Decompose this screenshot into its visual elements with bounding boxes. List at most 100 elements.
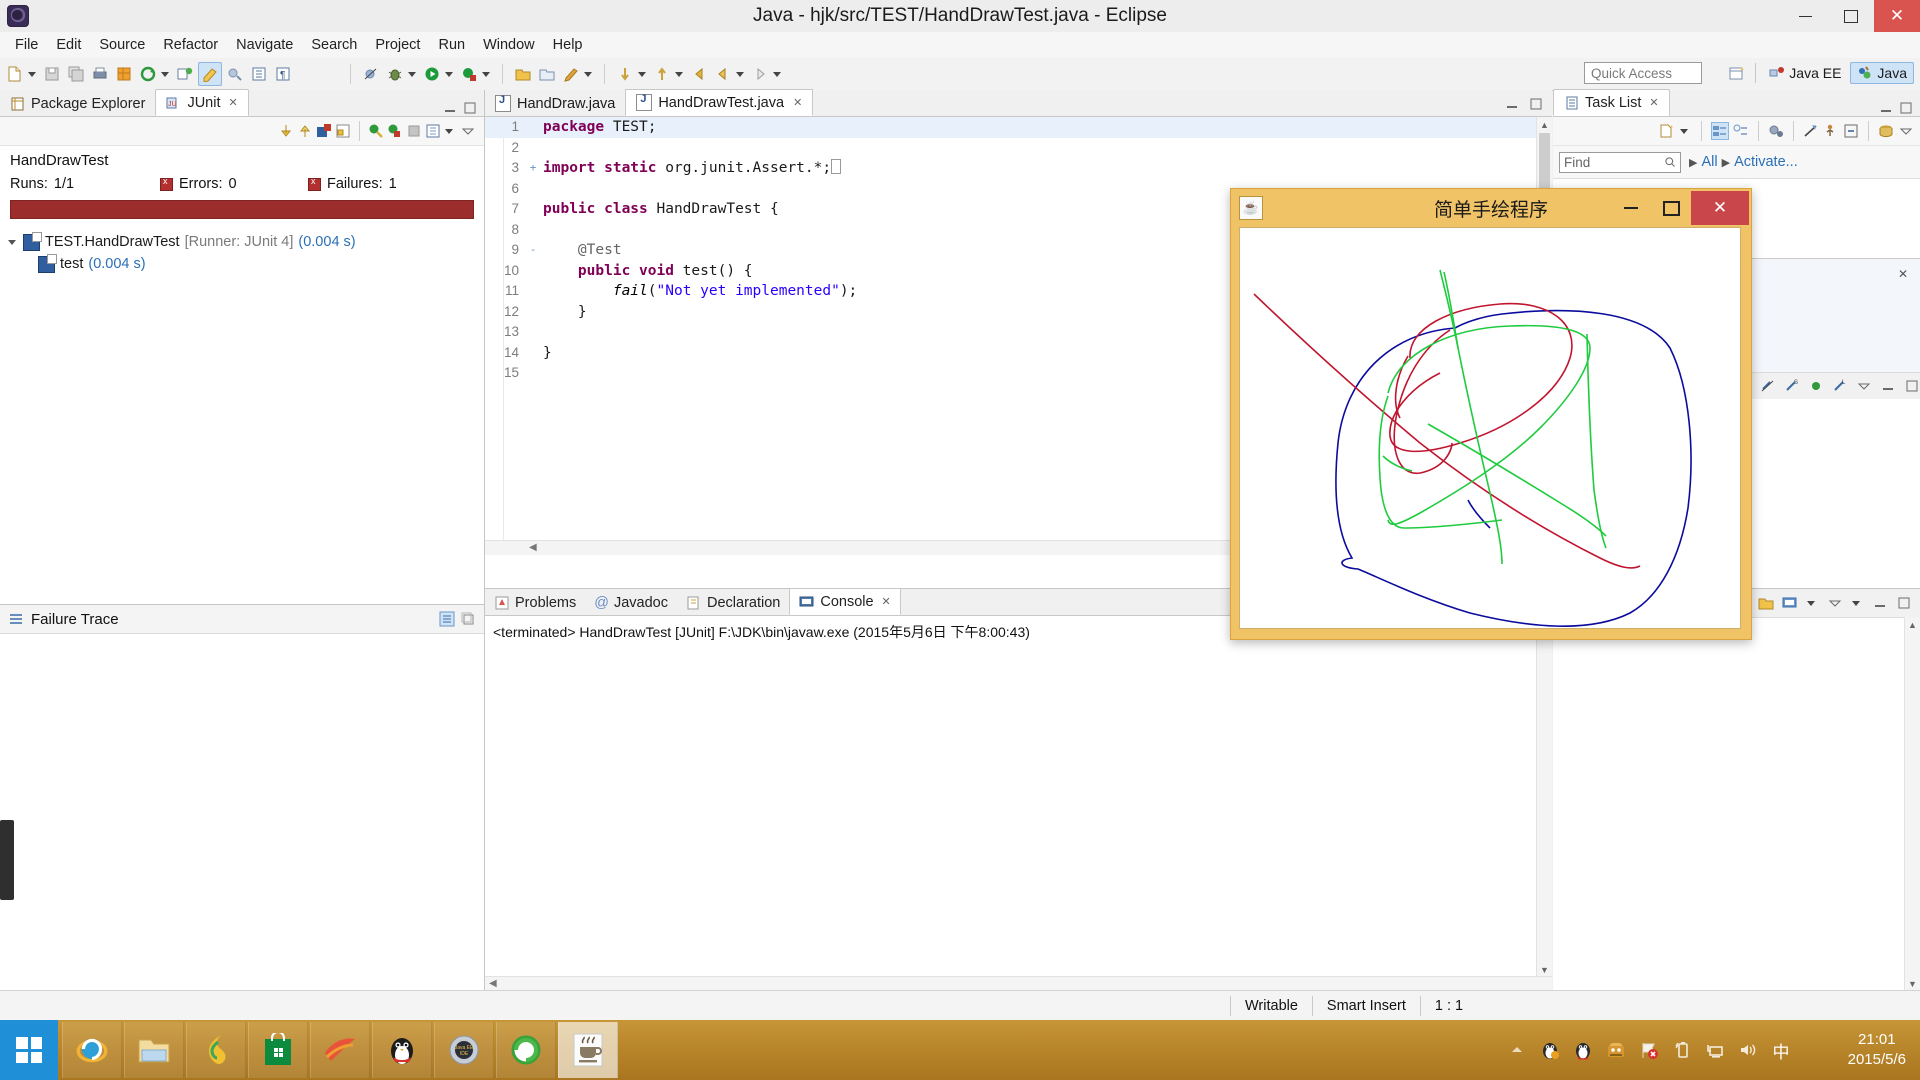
rerun-test-icon[interactable] — [368, 123, 384, 139]
hide-nonpublic-icon[interactable] — [1808, 378, 1824, 394]
lock-scroll-icon[interactable] — [335, 123, 351, 139]
skip-breakpoints-icon[interactable] — [360, 63, 382, 85]
fold-marker-icon[interactable] — [527, 117, 539, 138]
refresh-dropdown-icon[interactable] — [161, 71, 169, 77]
lower-right-scrollbar[interactable]: ▲ ▼ — [1904, 617, 1920, 991]
print-icon[interactable] — [89, 63, 111, 85]
taskbar-kugou-music[interactable] — [186, 1022, 246, 1078]
quick-access-input[interactable]: Quick Access — [1584, 62, 1702, 84]
fold-marker-icon[interactable] — [527, 179, 539, 200]
action-center-flag-icon[interactable] — [1638, 1039, 1660, 1061]
editor-maximize-icon[interactable] — [1528, 96, 1544, 112]
tab-junit-close-icon[interactable]: ✕ — [229, 96, 238, 109]
left-view-scrollbar[interactable] — [0, 820, 14, 900]
save-icon[interactable] — [41, 63, 63, 85]
tab-declaration[interactable]: Declaration — [677, 590, 789, 615]
menu-refactor[interactable]: Refactor — [154, 35, 227, 55]
tab-task-list[interactable]: Task List ✕ — [1553, 89, 1670, 116]
qq-tray-icon-1[interactable] — [1539, 1039, 1561, 1061]
outline-close-icon[interactable]: ✕ — [1898, 267, 1908, 281]
taskbar-windows-store[interactable] — [248, 1022, 308, 1078]
lr-maximize-icon[interactable] — [1896, 595, 1912, 611]
run-icon[interactable] — [421, 63, 443, 85]
show-failures-only-icon[interactable] — [316, 123, 332, 139]
network-icon[interactable] — [1704, 1039, 1726, 1061]
tree-row-testmethod[interactable]: test (0.004 s) — [8, 253, 484, 275]
forward-dropdown-icon[interactable] — [773, 71, 781, 77]
breadcrumb-activate[interactable]: Activate... — [1734, 154, 1798, 170]
menu-window[interactable]: Window — [474, 35, 544, 55]
menu-navigate[interactable]: Navigate — [227, 35, 302, 55]
hand-draw-dialog[interactable]: ☕ 简单手绘程序 ✕ — [1230, 188, 1752, 640]
java-editor-icon[interactable] — [198, 62, 222, 86]
open-resource-icon[interactable] — [512, 63, 534, 85]
next-annotation-dropdown-icon[interactable] — [638, 71, 646, 77]
failure-trace-menu-icon[interactable] — [8, 611, 24, 627]
taskbar-qq-messenger[interactable] — [372, 1022, 432, 1078]
next-annotation-icon[interactable] — [614, 63, 636, 85]
task-list-maximize-icon[interactable] — [1898, 100, 1914, 116]
editor-scroll-thumb[interactable] — [1539, 133, 1550, 189]
synchronize-icon[interactable] — [1768, 123, 1784, 139]
fold-marker-icon[interactable] — [527, 363, 539, 384]
run-external-tools-icon[interactable] — [458, 63, 480, 85]
debug-dropdown-icon[interactable] — [408, 71, 416, 77]
expand-twisty-icon[interactable] — [8, 237, 18, 247]
build-icon[interactable] — [113, 63, 135, 85]
hide-local-icon[interactable]: L — [1832, 378, 1848, 394]
new-icon[interactable] — [4, 63, 26, 85]
menu-help[interactable]: Help — [544, 35, 592, 55]
outline-menu-icon[interactable] — [1856, 378, 1872, 394]
volume-icon[interactable] — [1737, 1039, 1759, 1061]
start-button[interactable] — [0, 1020, 58, 1080]
minimize-button[interactable] — [1782, 0, 1828, 32]
lr-extra-dropdown-icon[interactable] — [1852, 600, 1860, 606]
pilcrow-icon[interactable]: ¶ — [272, 63, 294, 85]
tab-problems[interactable]: Problems — [485, 590, 585, 615]
rerun-failed-icon[interactable] — [387, 123, 403, 139]
outline-maximize-icon[interactable] — [1904, 378, 1920, 394]
find-person-icon[interactable] — [1823, 123, 1839, 139]
new-annotation-icon[interactable] — [560, 63, 582, 85]
tree-row-testclass[interactable]: TEST.HandDrawTest [Runner: JUnit 4] (0.0… — [8, 231, 484, 253]
taskbar-clock[interactable]: 21:01 2015/5/6 — [1848, 1020, 1906, 1080]
save-all-icon[interactable] — [65, 63, 87, 85]
fold-marker-icon[interactable] — [527, 199, 539, 220]
perspective-java[interactable]: Java — [1850, 62, 1914, 84]
annotation-dropdown-icon[interactable] — [584, 71, 592, 77]
hide-static-icon[interactable]: S — [1784, 378, 1800, 394]
fold-marker-icon[interactable] — [527, 261, 539, 282]
compare-results-icon[interactable] — [439, 611, 455, 627]
qq-pc-manager-icon[interactable] — [1605, 1039, 1627, 1061]
editor-minimize-icon[interactable] — [1504, 96, 1520, 112]
fold-marker-icon[interactable] — [527, 322, 539, 343]
tab-javadoc[interactable]: @ Javadoc — [585, 590, 677, 615]
hide-fields-icon[interactable] — [1760, 378, 1776, 394]
junit-view-menu-icon[interactable] — [460, 123, 476, 139]
fold-marker-icon[interactable] — [527, 281, 539, 302]
open-type-icon[interactable] — [224, 63, 246, 85]
taskbar-eclipse[interactable] — [496, 1022, 556, 1078]
focus-on-workweek-icon[interactable] — [1803, 123, 1819, 139]
hand-draw-canvas[interactable] — [1239, 227, 1741, 629]
outline-minimize-icon[interactable] — [1880, 378, 1896, 394]
ime-indicator[interactable]: 中 — [1770, 1039, 1792, 1062]
lr-display-console-icon[interactable] — [1782, 595, 1798, 611]
forward-icon[interactable] — [749, 63, 771, 85]
prev-annotation-icon[interactable] — [651, 63, 673, 85]
menu-project[interactable]: Project — [366, 35, 429, 55]
next-failure-icon[interactable] — [278, 123, 294, 139]
last-edit-icon[interactable] — [688, 63, 710, 85]
editor-tab-close-icon[interactable]: ✕ — [793, 96, 802, 109]
console-vertical-scrollbar[interactable]: ▲ ▼ — [1536, 615, 1552, 977]
editor-tab-handdrawtest[interactable]: HandDrawTest.java ✕ — [625, 89, 814, 116]
test-run-history-icon[interactable] — [425, 123, 441, 139]
task-repositories-icon[interactable] — [1878, 123, 1894, 139]
tab-junit[interactable]: JU JUnit ✕ — [155, 89, 249, 116]
run-dropdown-icon[interactable] — [445, 71, 453, 77]
debug-icon[interactable] — [384, 63, 406, 85]
lr-console-dropdown-icon[interactable] — [1807, 600, 1815, 606]
task-list-menu-icon[interactable] — [1898, 123, 1914, 139]
previous-failure-icon[interactable] — [297, 123, 313, 139]
taskbar-java-app[interactable] — [558, 1022, 618, 1078]
